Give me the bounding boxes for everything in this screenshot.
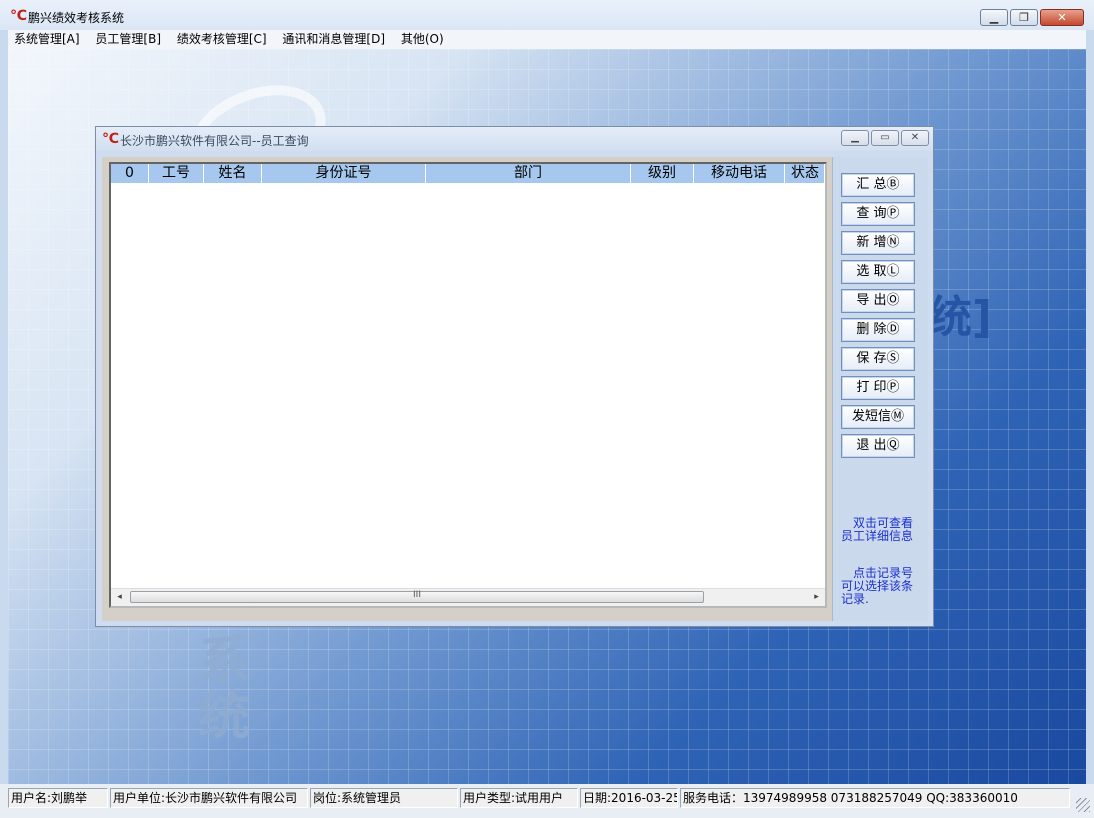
export-button[interactable]: 导 出Ⓞ xyxy=(841,289,915,313)
minimize-icon: ▁ xyxy=(851,132,859,143)
summary-button[interactable]: 汇 总Ⓑ xyxy=(841,173,915,197)
hint-select-record: 点击记录号可以选择该条记录. xyxy=(841,566,914,606)
restore-icon: ❐ xyxy=(1019,11,1029,24)
column-header-department[interactable]: 部门 xyxy=(426,164,631,183)
scroll-left-icon[interactable]: ◂ xyxy=(111,589,128,606)
grid-header: 0 工号 姓名 身份证号 部门 级别 移动电话 状态 xyxy=(111,164,825,183)
column-header-mobile[interactable]: 移动电话 xyxy=(694,164,785,183)
menu-messaging[interactable]: 通讯和消息管理[D] xyxy=(276,30,391,47)
minimize-button[interactable]: ▁ xyxy=(980,9,1008,26)
minimize-icon: ▁ xyxy=(989,11,999,24)
column-header-id-card[interactable]: 身份证号 xyxy=(262,164,426,183)
child-title-bar: ℃ 长沙市鹏兴软件有限公司--员工查询 ▁ ▭ ✕ xyxy=(96,127,933,151)
column-header-name[interactable]: 姓名 xyxy=(204,164,262,183)
scroll-right-icon[interactable]: ▸ xyxy=(808,589,825,606)
menu-other[interactable]: 其他(O) xyxy=(395,30,450,47)
exit-button[interactable]: 退 出Ⓠ xyxy=(841,434,915,458)
menu-performance[interactable]: 绩效考核管理[C] xyxy=(171,30,273,47)
child-window-title: 长沙市鹏兴软件有限公司--员工查询 xyxy=(120,134,309,148)
resize-grip-icon[interactable] xyxy=(1076,798,1090,812)
status-bar: 用户名:刘鹏举 用户单位:长沙市鹏兴软件有限公司 岗位:系统管理员 用户类型:试… xyxy=(0,784,1094,818)
status-organization: 用户单位:长沙市鹏兴软件有限公司 xyxy=(110,788,308,808)
column-header-record-no[interactable]: 0 xyxy=(111,164,149,183)
window-controls: ▁ ❐ ✕ xyxy=(980,9,1084,26)
print-button[interactable]: 打 印Ⓟ xyxy=(841,376,915,400)
column-header-employee-id[interactable]: 工号 xyxy=(149,164,204,183)
query-button[interactable]: 查 询Ⓟ xyxy=(841,202,915,226)
close-button[interactable]: ✕ xyxy=(1040,9,1084,26)
column-header-level[interactable]: 级别 xyxy=(631,164,694,183)
maximize-button[interactable]: ❐ xyxy=(1010,9,1038,26)
add-button[interactable]: 新 增Ⓝ xyxy=(841,231,915,255)
child-window-controls: ▁ ▭ ✕ xyxy=(841,130,929,146)
scroll-grip: III xyxy=(413,590,421,600)
background-char-2: 统 xyxy=(198,686,251,747)
child-close-button[interactable]: ✕ xyxy=(901,130,929,146)
maximize-icon: ▭ xyxy=(880,132,890,143)
status-user-type: 用户类型:试用用户 xyxy=(460,788,578,808)
employee-query-window: ℃ 长沙市鹏兴软件有限公司--员工查询 ▁ ▭ ✕ 0 工号 姓名 身份证号 部… xyxy=(95,126,934,627)
menu-system[interactable]: 系统管理[A] xyxy=(8,30,86,47)
title-bar: ℃ 鹏兴绩效考核系统 ▁ ❐ ✕ xyxy=(0,0,1094,30)
hint-double-click: 双击可查看员工详细信息 xyxy=(841,516,914,543)
delete-button[interactable]: 删 除Ⓓ xyxy=(841,318,915,342)
child-logo-icon: ℃ xyxy=(102,131,119,147)
menu-bar: 系统管理[A] 员工管理[B] 绩效考核管理[C] 通讯和消息管理[D] 其他(… xyxy=(8,30,1086,49)
status-service-phone: 服务电话：13974989958 073188257049 QQ:3833600… xyxy=(680,788,1070,808)
app-title: 鹏兴绩效考核系统 xyxy=(28,11,125,25)
close-icon: ✕ xyxy=(1057,11,1067,24)
status-user: 用户名:刘鹏举 xyxy=(8,788,108,808)
employee-grid[interactable]: 0 工号 姓名 身份证号 部门 级别 移动电话 状态 ◂ III ▸ xyxy=(109,162,827,608)
status-date: 日期:2016-03-25 xyxy=(580,788,678,808)
select-button[interactable]: 选 取Ⓛ xyxy=(841,260,915,284)
horizontal-scrollbar[interactable]: ◂ III ▸ xyxy=(111,588,825,606)
child-minimize-button[interactable]: ▁ xyxy=(841,130,869,146)
send-sms-button[interactable]: 发短信Ⓜ xyxy=(841,405,915,429)
child-maximize-button[interactable]: ▭ xyxy=(871,130,899,146)
child-body: 0 工号 姓名 身份证号 部门 级别 移动电话 状态 ◂ III ▸ 汇 总Ⓑ … xyxy=(102,157,928,621)
column-header-status[interactable]: 状态 xyxy=(785,164,825,183)
close-icon: ✕ xyxy=(910,132,920,143)
app-logo-icon: ℃ xyxy=(10,8,27,24)
action-panel: 汇 总Ⓑ 查 询Ⓟ 新 增Ⓝ 选 取Ⓛ 导 出Ⓞ 删 除Ⓓ 保 存Ⓢ 打 印Ⓟ … xyxy=(832,157,928,621)
menu-employee[interactable]: 员工管理[B] xyxy=(89,30,167,47)
main-window: ℃ 鹏兴绩效考核系统 ▁ ❐ ✕ 系统管理[A] 员工管理[B] 绩效考核管理[… xyxy=(0,0,1094,818)
status-post: 岗位:系统管理员 xyxy=(310,788,458,808)
scroll-thumb[interactable]: III xyxy=(130,590,704,603)
background-bracket-text: 统] xyxy=(928,292,993,343)
save-button[interactable]: 保 存Ⓢ xyxy=(841,347,915,371)
